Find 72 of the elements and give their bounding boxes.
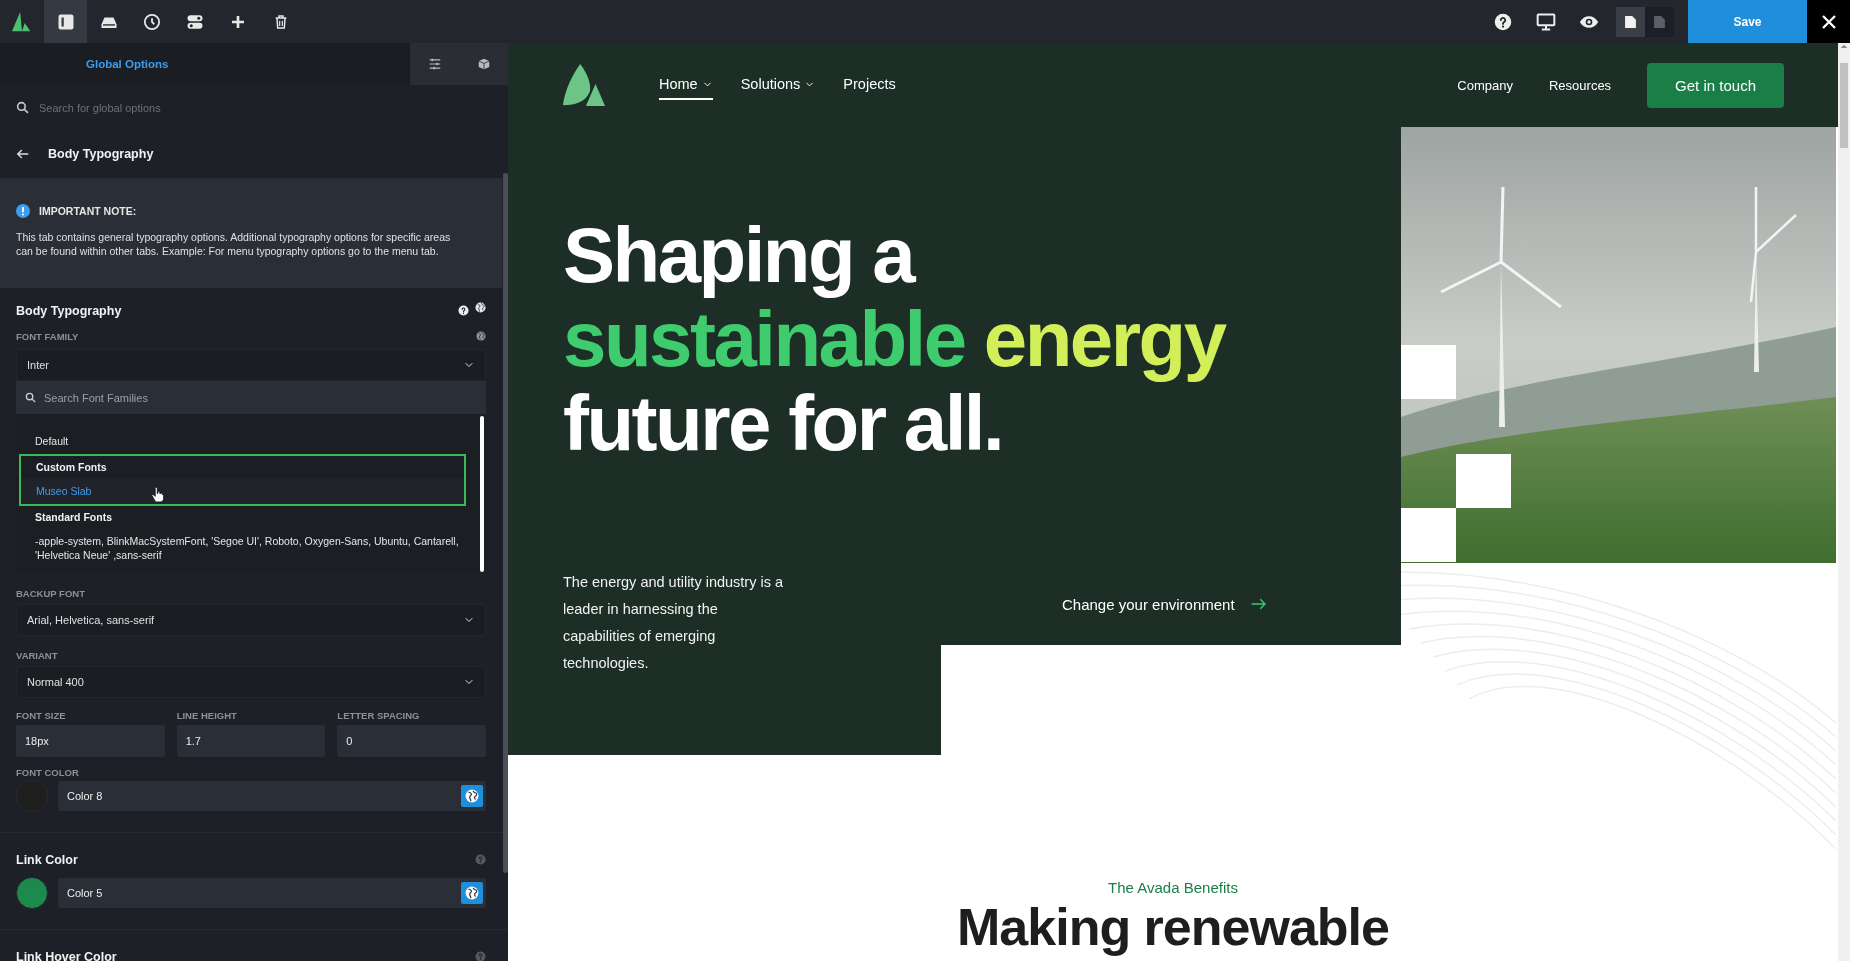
- font-group-label: Custom Fonts: [35, 460, 108, 475]
- global-color-button[interactable]: [461, 882, 483, 904]
- note-text: This tab contains general typography options. Additional typography options for specific areas can be found within other tabs. Example: For menu typography options go to the menu tab.: [16, 230, 452, 258]
- field-label: FONT COLOR: [16, 767, 80, 778]
- panel-icon-tab[interactable]: [459, 43, 508, 85]
- color-field[interactable]: Color 8: [58, 781, 486, 811]
- page-toggle-button[interactable]: [1616, 6, 1645, 37]
- decor-square: [1401, 508, 1456, 562]
- breadcrumb-title: Body Typography: [48, 147, 154, 161]
- help-icon: [458, 305, 469, 316]
- logo-icon: [11, 10, 33, 33]
- font-group-label: Standard Fonts: [34, 510, 113, 525]
- section-title: Body Typography: [16, 304, 122, 318]
- section-title: Link Hover Color: [16, 950, 117, 961]
- info-icon: [16, 204, 30, 218]
- scrollbar-thumb[interactable]: [1840, 63, 1848, 148]
- sliders-icon: [427, 57, 442, 71]
- variant-select[interactable]: Normal 400: [16, 666, 486, 698]
- toolbar-button[interactable]: [44, 0, 87, 43]
- monitor-icon: [1535, 11, 1556, 32]
- toggles-icon: [185, 12, 204, 31]
- help-icon: [1493, 12, 1512, 31]
- plus-icon: [229, 13, 246, 30]
- section-heading: Making renewable: [957, 900, 1389, 954]
- field-label: LETTER SPACING: [337, 710, 421, 721]
- field-label: BACKUP FONT: [16, 588, 86, 599]
- backup-font-select[interactable]: Arial, Helvetica, sans-serif: [16, 604, 486, 636]
- close-button[interactable]: [1807, 0, 1850, 43]
- nav-link[interactable]: Resources: [1548, 77, 1612, 93]
- note-title: IMPORTANT NOTE:: [39, 205, 137, 217]
- input-field[interactable]: 18px: [16, 725, 165, 757]
- sidebar-icon: [56, 12, 75, 31]
- font-option[interactable]: Default: [20, 428, 478, 454]
- nav-link[interactable]: Company: [1457, 77, 1513, 93]
- scrollbar[interactable]: [1838, 43, 1850, 961]
- color-field[interactable]: Color 5: [58, 878, 486, 908]
- font-option[interactable]: Museo Slab: [21, 478, 464, 504]
- panel-icon-tab[interactable]: [410, 43, 459, 85]
- page-icon: [1624, 13, 1637, 30]
- field-label: LINE HEIGHT: [176, 710, 238, 721]
- search-icon: [25, 392, 36, 403]
- color-swatch[interactable]: [16, 877, 48, 909]
- nav-link[interactable]: Projects: [843, 70, 896, 100]
- section-title: Link Color: [16, 853, 78, 867]
- clock-icon: [142, 12, 161, 31]
- options-search-field[interactable]: Search for global options: [39, 85, 508, 130]
- hand-cursor-icon: [151, 486, 165, 504]
- input-field[interactable]: 0: [337, 725, 486, 757]
- box-icon: [476, 57, 491, 71]
- nav-link[interactable]: Solutions: [740, 70, 816, 100]
- field-label: VARIANT: [16, 650, 59, 661]
- scrollbar[interactable]: [503, 173, 508, 873]
- search-icon: [16, 101, 29, 114]
- font-family-select[interactable]: Inter: [16, 349, 486, 381]
- page-icon: [1653, 13, 1666, 30]
- hero-link[interactable]: Change your environment: [1062, 595, 1235, 613]
- input-field[interactable]: 1.7: [176, 725, 326, 757]
- cta-button[interactable]: Get in touch: [1647, 62, 1784, 108]
- hero-heading: Shaping a sustainable energy future for all.: [563, 213, 1227, 465]
- nav-link[interactable]: Home: [659, 70, 713, 100]
- field-label: FONT FAMILY: [16, 330, 79, 342]
- decor-square: [1456, 454, 1511, 508]
- decor-square: [1401, 345, 1456, 399]
- back-arrow-icon: [16, 147, 30, 161]
- hero-paragraph: The energy and utility industry is a leader in harnessing the capabilities of emerging technologies.: [563, 573, 785, 673]
- field-label: FONT SIZE: [16, 710, 67, 721]
- close-icon: [1820, 13, 1837, 30]
- section-eyebrow: The Avada Benefits: [1108, 879, 1238, 896]
- site-logo-icon: [561, 61, 607, 109]
- help-icon: [475, 854, 486, 865]
- global-color-button[interactable]: [461, 785, 483, 807]
- font-option[interactable]: -apple-system, BlinkMacSystemFont, 'Segoe UI', Roboto, Oxygen-Sans, Ubuntu, Cantarell, 'Helvetica Neue' ,sans-serif: [20, 528, 478, 568]
